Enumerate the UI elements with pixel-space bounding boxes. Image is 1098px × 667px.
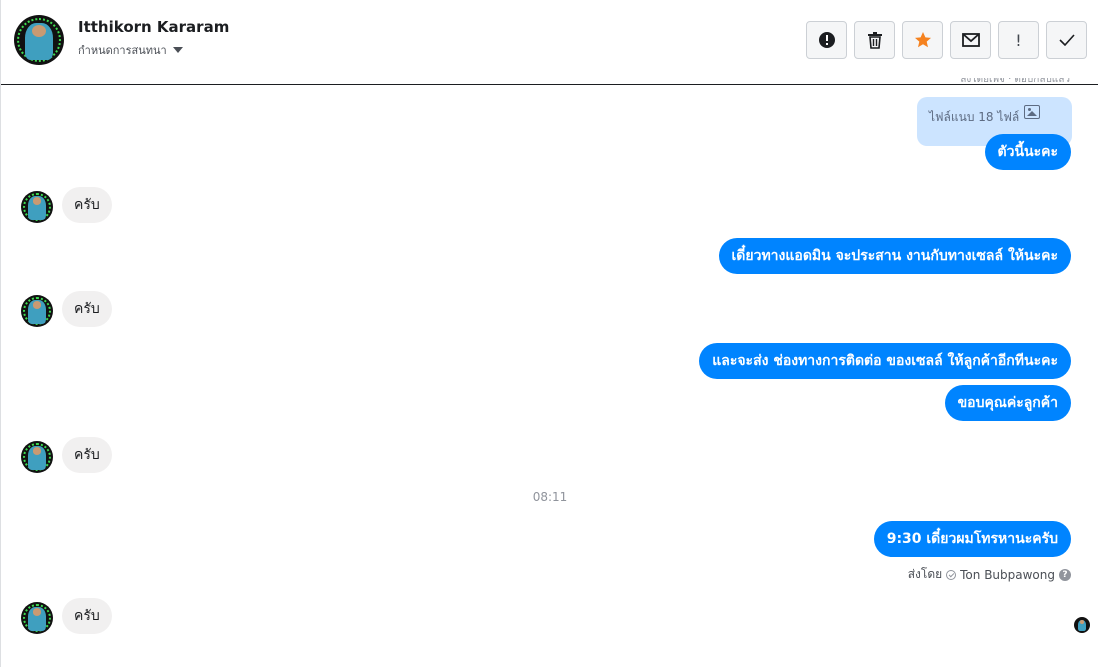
important-button[interactable]: !: [998, 21, 1039, 59]
timestamp-separator: 08:11: [532, 490, 568, 504]
contact-avatar-small[interactable]: [21, 441, 53, 473]
sent-by-info: ส่งโดย Ton Bubpawong ?: [908, 565, 1071, 584]
outgoing-message[interactable]: ขอบคุณค่ะลูกค้า: [944, 385, 1071, 421]
outgoing-message[interactable]: และจะส่ง ช่องทางการติดต่อ ของเซลล์ ให้ลู…: [699, 343, 1071, 379]
alert-circle-icon: [818, 32, 835, 48]
chevron-down-icon: [172, 47, 183, 53]
star-icon: [914, 32, 931, 48]
verified-icon: [946, 569, 957, 580]
incoming-message[interactable]: ครับ: [62, 187, 112, 223]
mail-icon: [961, 33, 980, 47]
checkmark-icon: [1058, 34, 1075, 46]
conversation-settings-label: กำหนดการสนทนา: [78, 44, 167, 57]
contact-avatar[interactable]: [14, 15, 64, 65]
conversation-settings-dropdown[interactable]: กำหนดการสนทนา: [78, 41, 183, 59]
delete-button[interactable]: [854, 21, 895, 59]
conversation-toolbar: !: [806, 21, 1087, 59]
incoming-message[interactable]: ครับ: [62, 291, 112, 327]
sent-by-name[interactable]: Ton Bubpawong: [960, 568, 1055, 582]
mail-button[interactable]: [950, 21, 991, 59]
contact-name[interactable]: Itthikorn Kararam: [78, 18, 229, 36]
trash-icon: [867, 32, 882, 49]
report-button[interactable]: [806, 21, 847, 59]
done-button[interactable]: [1046, 21, 1087, 59]
sent-by-prefix: ส่งโดย: [907, 567, 943, 581]
exclamation-icon: !: [1015, 30, 1022, 50]
outgoing-message[interactable]: เดี๋ยวทางแอดมิน จะประสาน งานกับทางเซลล์ …: [718, 238, 1071, 274]
cutoff-status-text: ส่งโดยเพจ · ตอบกลับแล้ว: [960, 78, 1070, 85]
contact-avatar-small[interactable]: [21, 295, 53, 327]
outgoing-message[interactable]: 9:30 เดี๋ยวผมโทรหานะครับ: [873, 521, 1071, 557]
incoming-message[interactable]: ครับ: [62, 437, 112, 473]
incoming-message[interactable]: ครับ: [62, 598, 112, 634]
help-icon[interactable]: ?: [1059, 568, 1071, 581]
seen-receipt-avatar: [1074, 617, 1090, 633]
image-icon: [1024, 105, 1040, 119]
star-button[interactable]: [902, 21, 943, 59]
contact-avatar-small[interactable]: [21, 191, 53, 223]
messenger-conversation: Itthikorn Kararam กำหนดการสนทนา ! ส่งโดย…: [0, 0, 1098, 667]
conversation-header: Itthikorn Kararam กำหนดการสนทนา !: [1, 0, 1098, 85]
outgoing-message[interactable]: ตัวนี้นะคะ: [984, 134, 1071, 170]
attachment-label: ไฟล์แนบ 18 ไฟล์: [929, 110, 1020, 124]
contact-avatar-small[interactable]: [21, 602, 53, 634]
